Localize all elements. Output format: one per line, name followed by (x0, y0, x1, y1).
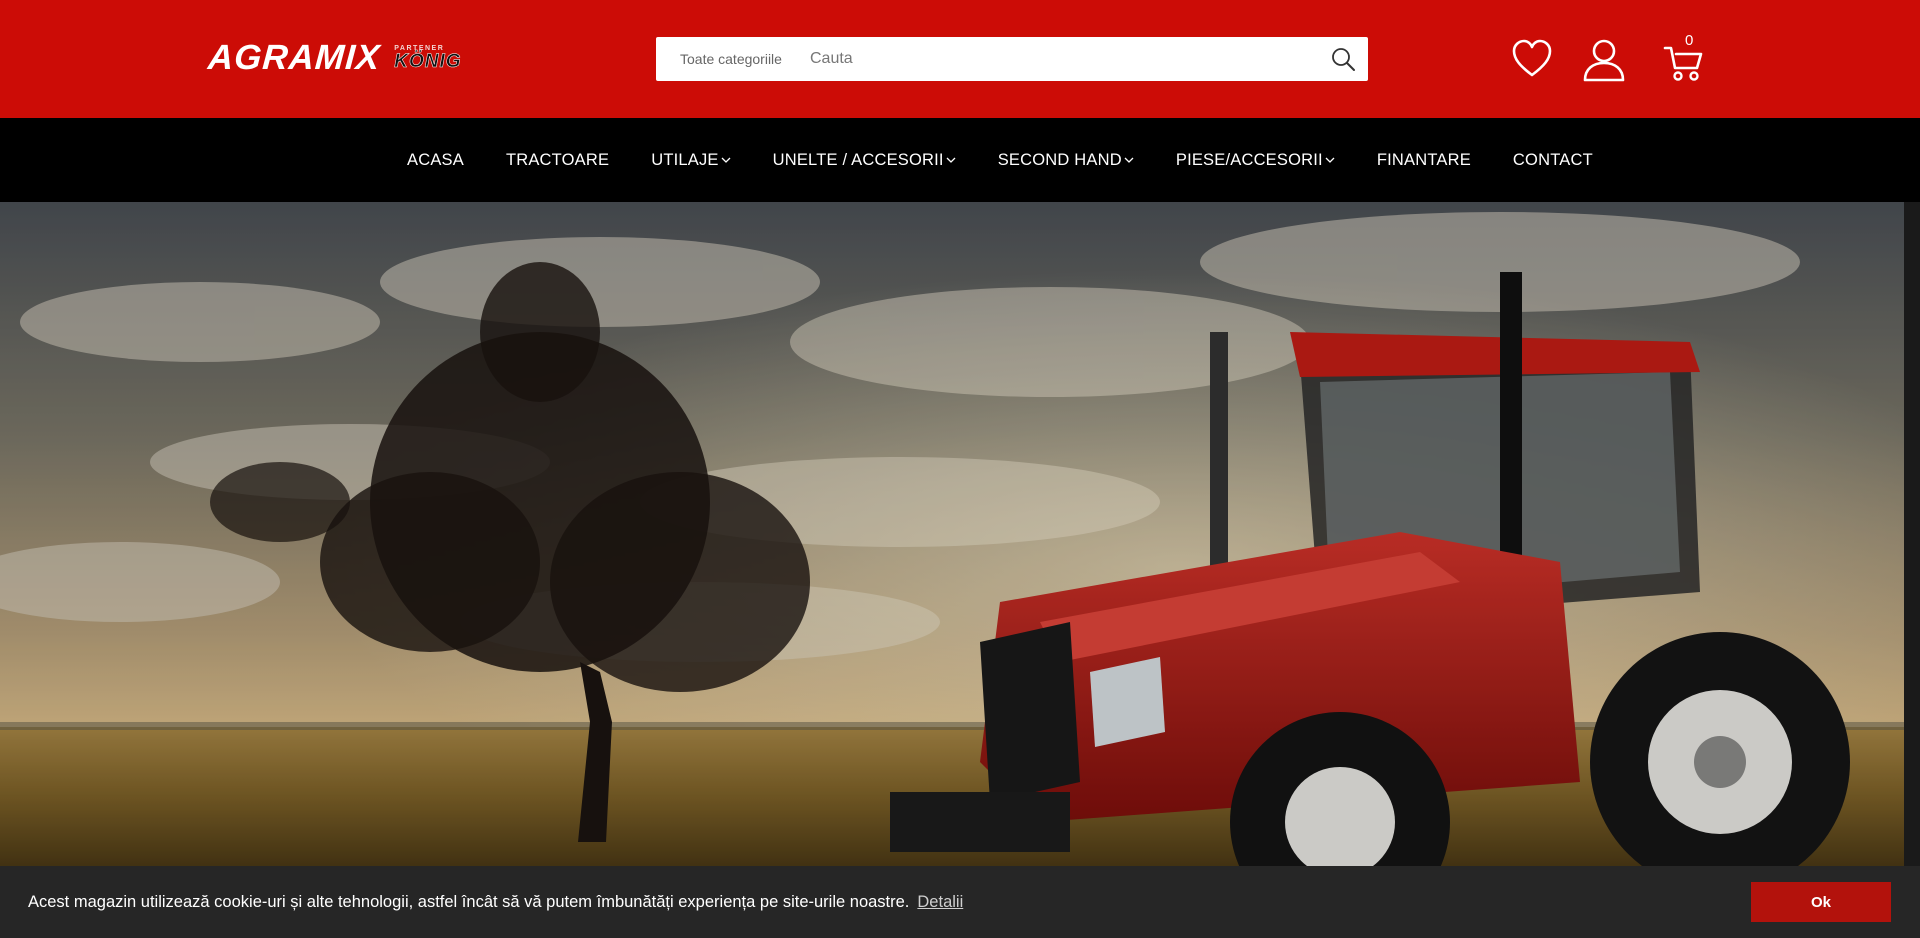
search-input[interactable] (806, 37, 1318, 81)
cookie-message: Acest magazin utilizează cookie-uri și a… (28, 892, 910, 911)
nav-label: SECOND HAND (997, 150, 1122, 169)
partner-brand: KÖNIG (394, 51, 462, 72)
nav-label: PIESE/ACCESORII (1175, 150, 1323, 169)
wishlist-button[interactable] (1510, 37, 1554, 81)
nav-item-contact[interactable]: CONTACT (1492, 118, 1614, 202)
nav-label: FINANTARE (1376, 150, 1471, 169)
category-select[interactable]: Toate categoriile (656, 51, 806, 67)
scrollbar-strip (1904, 202, 1920, 866)
search-icon (1332, 48, 1355, 71)
cart-count-badge: 0 (1685, 32, 1694, 49)
logo-text: AGRAMIX (206, 38, 382, 77)
user-icon (1583, 39, 1625, 82)
search-bar: Toate categoriile (656, 37, 1368, 81)
nav-item-finantare[interactable]: FINANTARE (1356, 118, 1492, 202)
chevron-down-icon (1325, 156, 1335, 164)
cart-button[interactable]: 0 (1663, 32, 1703, 82)
cookie-ok-button[interactable]: Ok (1751, 882, 1891, 922)
nav-label: UTILAJE (651, 150, 719, 169)
nav-label: UNELTE / ACCESORII (772, 150, 944, 169)
header-icons: 0 (1510, 32, 1703, 82)
heart-icon (1512, 39, 1552, 77)
cart-icon (1663, 46, 1703, 81)
account-button[interactable] (1581, 36, 1627, 82)
chevron-down-icon (1124, 156, 1134, 164)
nav-item-tractoare[interactable]: TRACTOARE (485, 118, 630, 202)
search-button[interactable] (1318, 37, 1368, 81)
nav-item-unelte[interactable]: UNELTE / ACCESORII (752, 118, 977, 202)
nav-label: CONTACT (1512, 150, 1593, 169)
chevron-down-icon (946, 156, 956, 164)
partner-logo: PARTENER KÖNIG (394, 45, 461, 71)
hero-banner[interactable] (0, 202, 1904, 866)
nav-item-utilaje[interactable]: UTILAJE (630, 118, 751, 202)
nav-item-second-hand[interactable]: SECOND HAND (977, 118, 1155, 202)
nav-item-acasa[interactable]: ACASA (386, 118, 485, 202)
site-header: AGRAMIX PARTENER KÖNIG Toate categoriile (0, 0, 1920, 118)
main-nav: ACASA TRACTOARE UTILAJE UNELTE / ACCESOR… (0, 118, 1920, 202)
chevron-down-icon (721, 156, 731, 164)
hero-image (0, 202, 1904, 866)
logo[interactable]: AGRAMIX PARTENER KÖNIG (206, 38, 462, 78)
nav-item-piese[interactable]: PIESE/ACCESORII (1155, 118, 1356, 202)
cookie-banner: Acest magazin utilizează cookie-uri și a… (0, 866, 1920, 938)
cookie-details-link[interactable]: Detalii (917, 893, 963, 912)
nav-label: ACASA (407, 150, 464, 169)
nav-label: TRACTOARE (505, 150, 610, 169)
